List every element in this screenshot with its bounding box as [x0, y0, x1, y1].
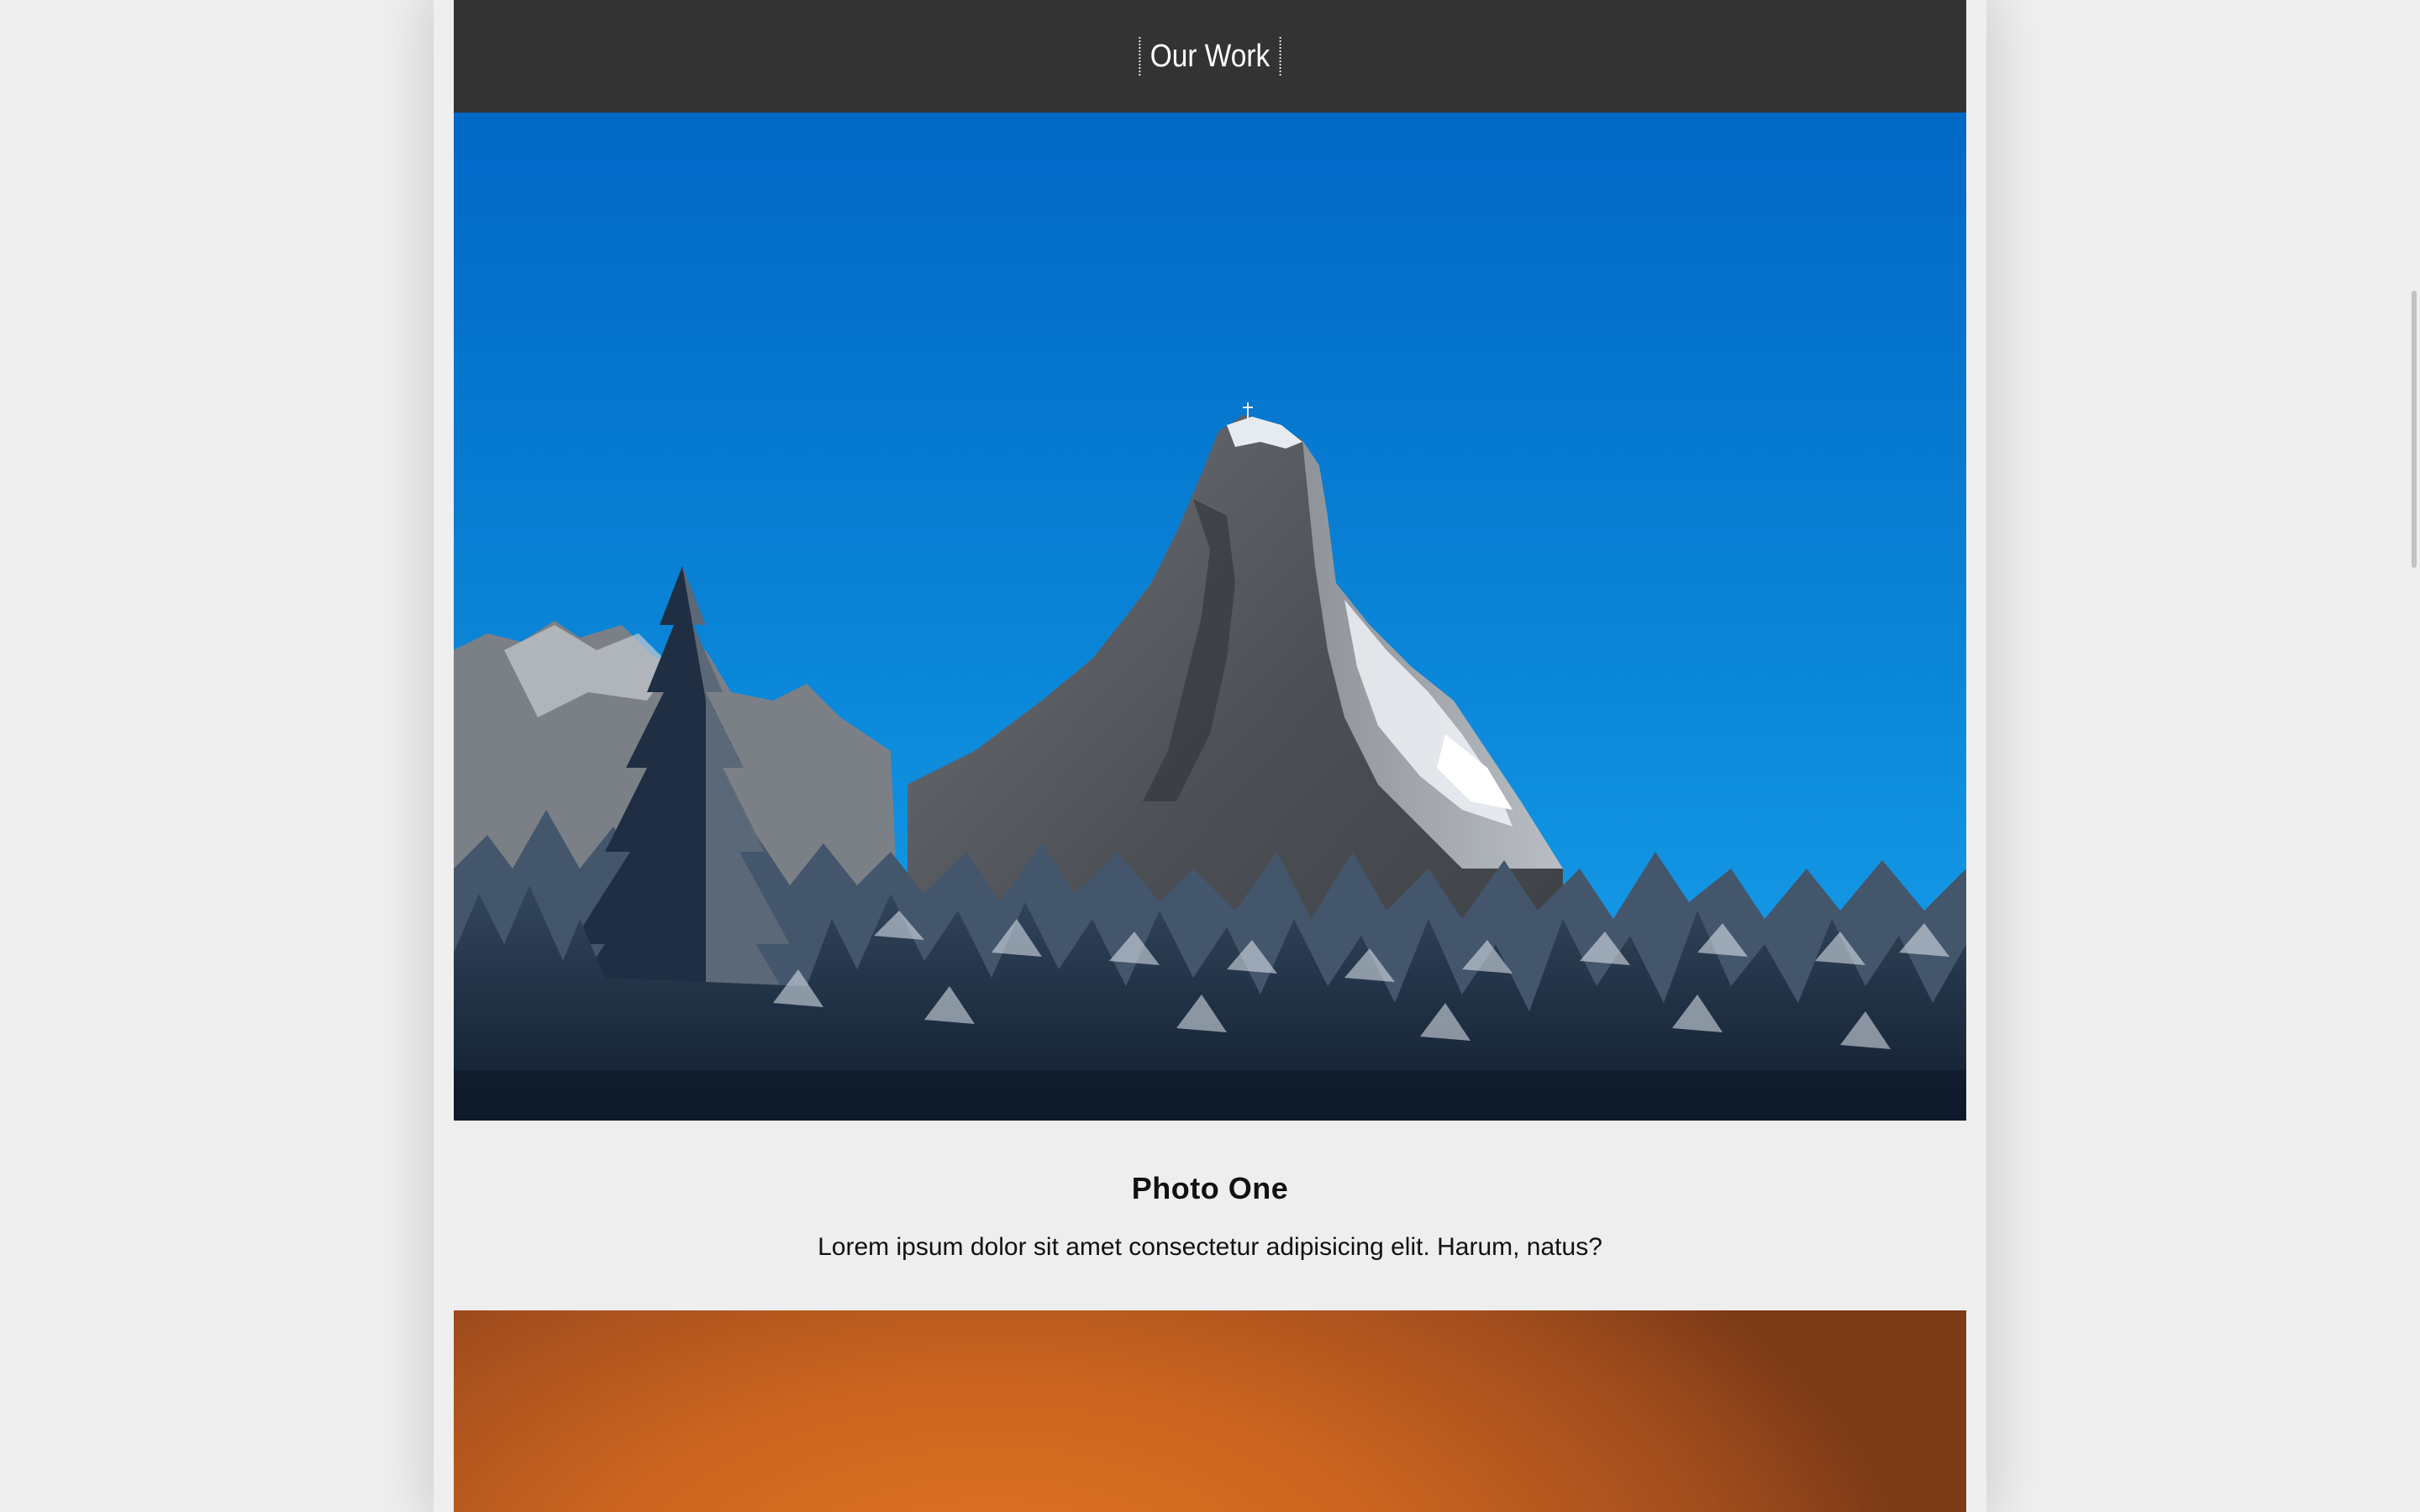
photo-title: Photo One: [1131, 1171, 1289, 1205]
nav-link-our-work[interactable]: Our Work: [1139, 37, 1281, 76]
mountain-photo: [454, 113, 1966, 1121]
photo-one-caption: Photo One Lorem ipsum dolor sit amet con…: [454, 1121, 1966, 1310]
scrollbar[interactable]: [2405, 0, 2420, 1512]
scrollbar-thumb[interactable]: [2412, 291, 2417, 568]
gallery-photo-two: [454, 1310, 1966, 1512]
photo-description: Lorem ipsum dolor sit amet consectetur a…: [818, 1233, 1602, 1261]
header-bar: Our Work: [454, 0, 1966, 113]
page-container: Our Work Photo One Lorem ipsum dolor sit…: [454, 0, 1966, 1512]
gallery-photo-one: [454, 113, 1966, 1121]
